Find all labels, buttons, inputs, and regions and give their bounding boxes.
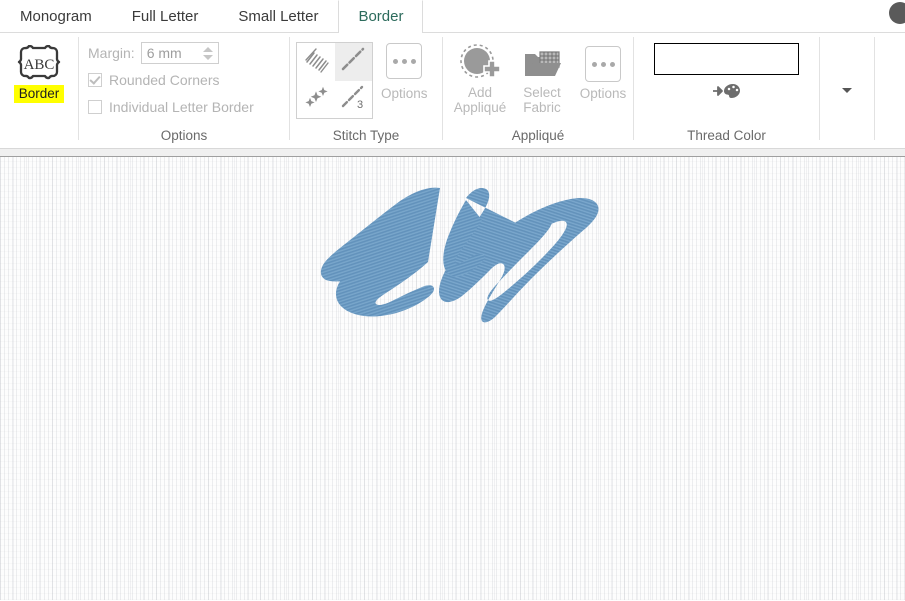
individual-letter-border-checkbox[interactable] xyxy=(88,100,102,114)
abc-border-icon: ABC xyxy=(16,44,62,81)
margin-stepper[interactable]: 6 mm xyxy=(140,42,219,64)
margin-label: Margin: xyxy=(88,45,135,61)
stitch-options-icon xyxy=(386,43,423,79)
add-applique-label: Add Appliqué xyxy=(454,85,507,115)
ribbon-group-options: Margin: 6 mm Rounded Corners Individual … xyxy=(79,33,289,148)
running-stitch-option[interactable] xyxy=(334,43,372,81)
individual-letter-border-row[interactable]: Individual Letter Border xyxy=(88,97,254,117)
select-fabric-button[interactable]: Select Fabric xyxy=(513,43,571,115)
ribbon-canvas-separator xyxy=(0,148,905,157)
dot-icon xyxy=(591,61,597,67)
satin-stitch-icon xyxy=(302,45,330,78)
tab-small-letter[interactable]: Small Letter xyxy=(218,0,338,32)
border-button-label: Border xyxy=(13,85,65,103)
add-applique-label-l1: Add xyxy=(467,85,492,100)
tab-full-letter[interactable]: Full Letter xyxy=(112,0,219,32)
applique-options-icon xyxy=(585,43,621,84)
individual-letter-border-label: Individual Letter Border xyxy=(109,99,254,115)
tab-border[interactable]: Border xyxy=(338,0,424,33)
margin-value: 6 mm xyxy=(146,45,182,61)
tab-small-letter-label: Small Letter xyxy=(238,8,319,25)
dot-icon xyxy=(392,58,398,64)
ribbon: ABC Border Margin: 6 mm Rounded Corners … xyxy=(0,33,905,148)
spin-up-icon[interactable] xyxy=(202,46,213,52)
stitch-type-selector[interactable]: 3 xyxy=(296,42,373,119)
circle-icon[interactable] xyxy=(889,2,905,24)
ribbon-group-border: ABC Border xyxy=(0,33,78,148)
select-fabric-label-l2: Fabric xyxy=(523,100,561,115)
satin-stitch-option[interactable] xyxy=(297,43,335,81)
glyph-right-D xyxy=(439,188,599,323)
application-window: Monogram Full Letter Small Letter Border… xyxy=(0,0,905,601)
chevron-down-icon[interactable] xyxy=(842,88,852,93)
select-fabric-label: Select Fabric xyxy=(523,85,561,115)
tab-full-letter-label: Full Letter xyxy=(131,8,199,25)
motif-stitch-option[interactable] xyxy=(297,81,335,119)
running-stitch-icon xyxy=(339,45,367,78)
ribbon-group-stitch-type: 3 Options Stitch Type xyxy=(290,33,442,148)
dot-icon xyxy=(401,58,407,64)
group-divider-6 xyxy=(874,37,875,140)
svg-text:ABC: ABC xyxy=(24,57,55,73)
thread-color-swatch[interactable] xyxy=(654,43,799,75)
select-fabric-icon xyxy=(521,43,563,83)
triple-stitch-option[interactable]: 3 xyxy=(335,81,373,119)
thread-color-group-label: Thread Color xyxy=(687,128,766,143)
dot-icon xyxy=(600,61,606,67)
applique-group-label: Appliqué xyxy=(511,128,565,143)
add-applique-button[interactable]: Add Appliqué xyxy=(451,43,509,115)
add-applique-icon xyxy=(460,43,500,83)
glyph-left-E xyxy=(320,187,440,317)
tab-monogram[interactable]: Monogram xyxy=(0,0,112,32)
ribbon-tab-bar: Monogram Full Letter Small Letter Border xyxy=(0,0,905,33)
applique-options-label: Options xyxy=(579,86,627,101)
stitch-type-group-label: Stitch Type xyxy=(332,128,400,143)
tab-border-label: Border xyxy=(358,8,404,25)
margin-row: Margin: 6 mm xyxy=(88,42,254,64)
svg-text:3: 3 xyxy=(357,99,363,111)
border-button[interactable]: ABC Border xyxy=(0,37,78,103)
monogram-embroidery-design[interactable] xyxy=(300,166,620,346)
applique-options-button[interactable]: Options xyxy=(575,43,631,101)
rounded-corners-checkbox[interactable] xyxy=(88,73,102,87)
margin-spin-arrows[interactable] xyxy=(202,44,214,62)
rounded-corners-label: Rounded Corners xyxy=(109,72,220,88)
arrow-to-palette-icon[interactable] xyxy=(712,82,742,105)
add-applique-label-l2: Appliqué xyxy=(453,100,507,115)
stitch-options-button[interactable]: Options xyxy=(381,42,428,101)
tab-monogram-label: Monogram xyxy=(20,8,92,25)
ribbon-group-applique: Add Appliqué Select Fabric Options Appli… xyxy=(443,33,633,148)
design-canvas[interactable] xyxy=(0,157,905,600)
select-fabric-label-l1: Select xyxy=(523,85,561,100)
options-group-label: Options xyxy=(160,128,208,143)
spin-down-icon[interactable] xyxy=(202,54,213,60)
rounded-corners-row[interactable]: Rounded Corners xyxy=(88,70,254,90)
ribbon-group-more xyxy=(820,33,874,148)
stitch-options-label: Options xyxy=(381,86,428,101)
dot-icon xyxy=(609,61,615,67)
triple-stitch-icon: 3 xyxy=(339,83,367,116)
dot-icon xyxy=(410,58,416,64)
motif-stitch-icon xyxy=(302,83,330,116)
ribbon-group-thread-color: Thread Color xyxy=(634,33,819,148)
